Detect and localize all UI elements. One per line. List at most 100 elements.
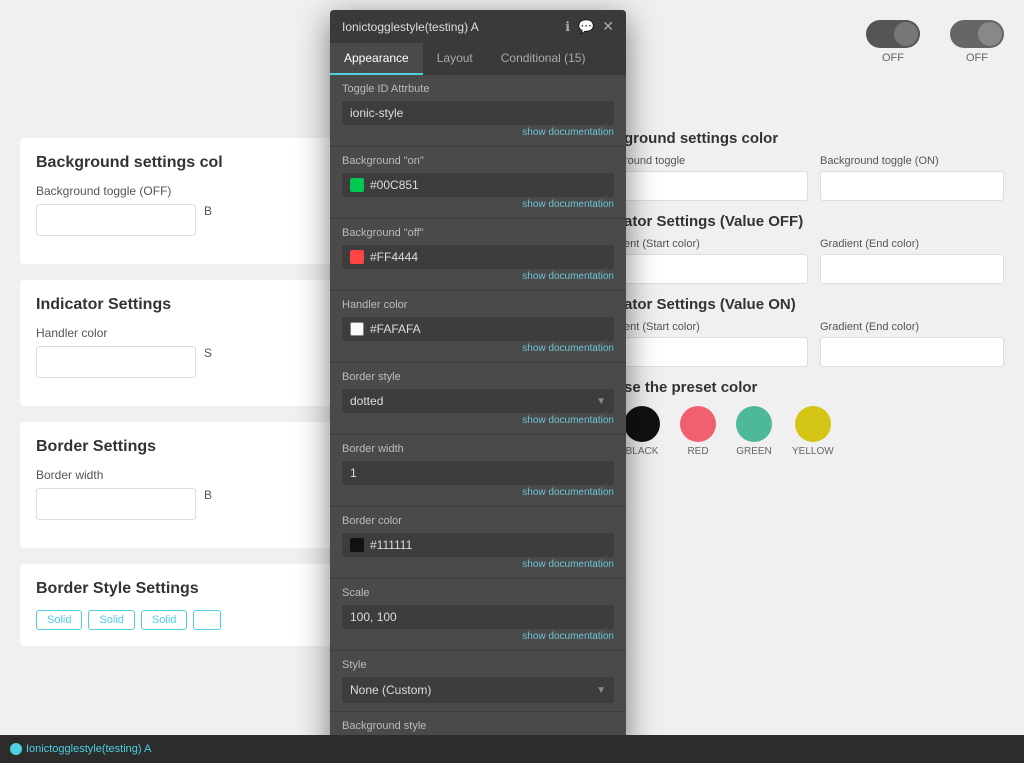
border-solid-btn-4[interactable] — [193, 610, 221, 630]
border-style-buttons: Solid Solid Solid — [36, 610, 334, 630]
bg-section-title: Background settings col — [36, 154, 334, 172]
info-icon[interactable]: ℹ — [565, 19, 570, 35]
bottom-bar-label: Ionictogglestyle(testing) A — [10, 743, 151, 755]
border-style-doc[interactable]: show documentation — [342, 415, 614, 426]
bg-on-swatch — [350, 178, 364, 192]
handler-doc[interactable]: show documentation — [342, 343, 614, 354]
modal: Ionictogglestyle(testing) A ℹ 💬 ✕ Appear… — [330, 10, 626, 755]
preset-yellow[interactable]: YELLOW — [792, 406, 834, 457]
bg-on-label: Background "on" — [342, 155, 614, 167]
scale-label: Scale — [342, 587, 614, 599]
round-toggle-label: round toggle — [624, 155, 808, 167]
field-bg-on: Background "on" #00C851 show documentati… — [330, 147, 626, 219]
border-solid-btn-3[interactable]: Solid — [141, 610, 187, 630]
border-color-text: #111111 — [370, 538, 412, 552]
modal-header: Ionictogglestyle(testing) A ℹ 💬 ✕ — [330, 10, 626, 43]
bg-off-doc[interactable]: show documentation — [342, 271, 614, 282]
border-solid-btn-2[interactable]: Solid — [88, 610, 134, 630]
scale-doc[interactable]: show documentation — [342, 631, 614, 642]
preset-black-label: BLACK — [626, 446, 659, 457]
style-select-arrow: ▼ — [596, 685, 606, 696]
toggle-dark-2: OFF — [950, 20, 1004, 64]
preset-yellow-label: YELLOW — [792, 446, 834, 457]
bg-section-indicator: Indicator Settings Handler color #ffffff… — [20, 280, 350, 406]
gradient-start-on-input[interactable] — [624, 337, 808, 367]
gradient-end-on-label: Gradient (End color) — [820, 321, 1004, 333]
border-color-swatch — [350, 538, 364, 552]
border-style-label: Border style — [342, 371, 614, 383]
chat-icon[interactable]: 💬 — [578, 19, 594, 35]
border-settings-title: Border Settings — [36, 438, 334, 456]
preset-section-title: se the preset color — [624, 379, 1004, 396]
modal-header-icons: ℹ 💬 ✕ — [565, 18, 614, 35]
border-width-label: Border width — [36, 468, 334, 482]
gradient-start-on-label: ent (Start color) — [624, 321, 808, 333]
scale-text: 100, 100 — [350, 610, 397, 624]
preset-green-circle[interactable] — [736, 406, 772, 442]
handler-text: #FAFAFA — [370, 322, 421, 336]
border-style-value[interactable]: dotted ▼ — [342, 389, 614, 413]
toggle-dark-1: OFF — [866, 20, 920, 64]
bg-toggle-off-label: Background toggle (OFF) — [36, 184, 334, 198]
gradient-end-on-input[interactable]: #ffffff — [820, 337, 1004, 367]
modal-body: Toggle ID Attrbute ionic-style show docu… — [330, 75, 626, 755]
field-border-color: Border color #111111 show documentation — [330, 507, 626, 579]
preset-red-label: RED — [687, 446, 708, 457]
toggle-id-doc[interactable]: show documentation — [342, 127, 614, 138]
bg-on-doc[interactable]: show documentation — [342, 199, 614, 210]
border-width-modal-label: Border width — [342, 443, 614, 455]
toggle-id-text: ionic-style — [350, 106, 403, 120]
toggle-id-value[interactable]: ionic-style — [342, 101, 614, 125]
round-toggle-input[interactable] — [624, 171, 808, 201]
gradient-start-off-input[interactable] — [624, 254, 808, 284]
tab-appearance[interactable]: Appearance — [330, 43, 423, 75]
handler-color-input[interactable]: #ffffff — [36, 346, 196, 378]
bg-off-value[interactable]: #FF4444 — [342, 245, 614, 269]
tab-layout[interactable]: Layout — [423, 43, 487, 75]
preset-red[interactable]: RED — [680, 406, 716, 457]
preset-green-label: GREEN — [736, 446, 772, 457]
border-width-modal-value[interactable]: 1 — [342, 461, 614, 485]
border-solid-btn-1[interactable]: Solid — [36, 610, 82, 630]
field-toggle-id: Toggle ID Attrbute ionic-style show docu… — [330, 75, 626, 147]
scale-value[interactable]: 100, 100 — [342, 605, 614, 629]
style-section-label: Style — [342, 659, 614, 671]
modal-title: Ionictogglestyle(testing) A — [342, 20, 479, 34]
field-border-style: Border style dotted ▼ show documentation — [330, 363, 626, 435]
bottom-bar: Ionictogglestyle(testing) A — [0, 735, 1024, 763]
border-width-modal-text: 1 — [350, 466, 357, 480]
top-right-toggles: OFF OFF — [866, 20, 1004, 64]
bg-on-value[interactable]: #00C851 — [342, 173, 614, 197]
preset-black-circle[interactable] — [624, 406, 660, 442]
preset-green[interactable]: GREEN — [736, 406, 772, 457]
indicator-title: Indicator Settings — [36, 296, 334, 314]
bg-section-border: Border Settings Border width 3 B — [20, 422, 350, 548]
tab-conditional[interactable]: Conditional (15) — [487, 43, 600, 75]
field-handler-color: Handler color #FAFAFA show documentation — [330, 291, 626, 363]
bg-toggle-on-label: B — [204, 204, 334, 218]
field-bg-off: Background "off" #FF4444 show documentat… — [330, 219, 626, 291]
bottom-icon — [10, 743, 22, 755]
preset-yellow-circle[interactable] — [795, 406, 831, 442]
bg-toggle-on-right-input[interactable]: #ffffff — [820, 171, 1004, 201]
border-style-text: dotted — [350, 394, 383, 408]
preset-black[interactable]: BLACK — [624, 406, 660, 457]
gradient-end-off-input[interactable]: #ffffff — [820, 254, 1004, 284]
border-color-label: Border color — [342, 515, 614, 527]
border-color-doc[interactable]: show documentation — [342, 559, 614, 570]
indicator-on-title: ator Settings (Value ON) — [624, 296, 1004, 313]
bg-style-label: Background style — [342, 720, 614, 732]
style-select[interactable]: None (Custom) ▼ — [342, 677, 614, 703]
border-width-doc[interactable]: show documentation — [342, 487, 614, 498]
border-color-value[interactable]: #111111 — [342, 533, 614, 557]
bg-off-text: #FF4444 — [370, 250, 418, 264]
bg-on-text: #00C851 — [370, 178, 419, 192]
toggle-knob-dark-1 — [894, 22, 918, 46]
bg-toggle-off-input[interactable]: #ffffff — [36, 204, 196, 236]
bg-section-border-style: Border Style Settings Solid Solid Solid — [20, 564, 350, 646]
close-icon[interactable]: ✕ — [602, 18, 614, 35]
border-width-input[interactable]: 3 — [36, 488, 196, 520]
handler-value[interactable]: #FAFAFA — [342, 317, 614, 341]
preset-red-circle[interactable] — [680, 406, 716, 442]
indicator-off-title: ator Settings (Value OFF) — [624, 213, 1004, 230]
